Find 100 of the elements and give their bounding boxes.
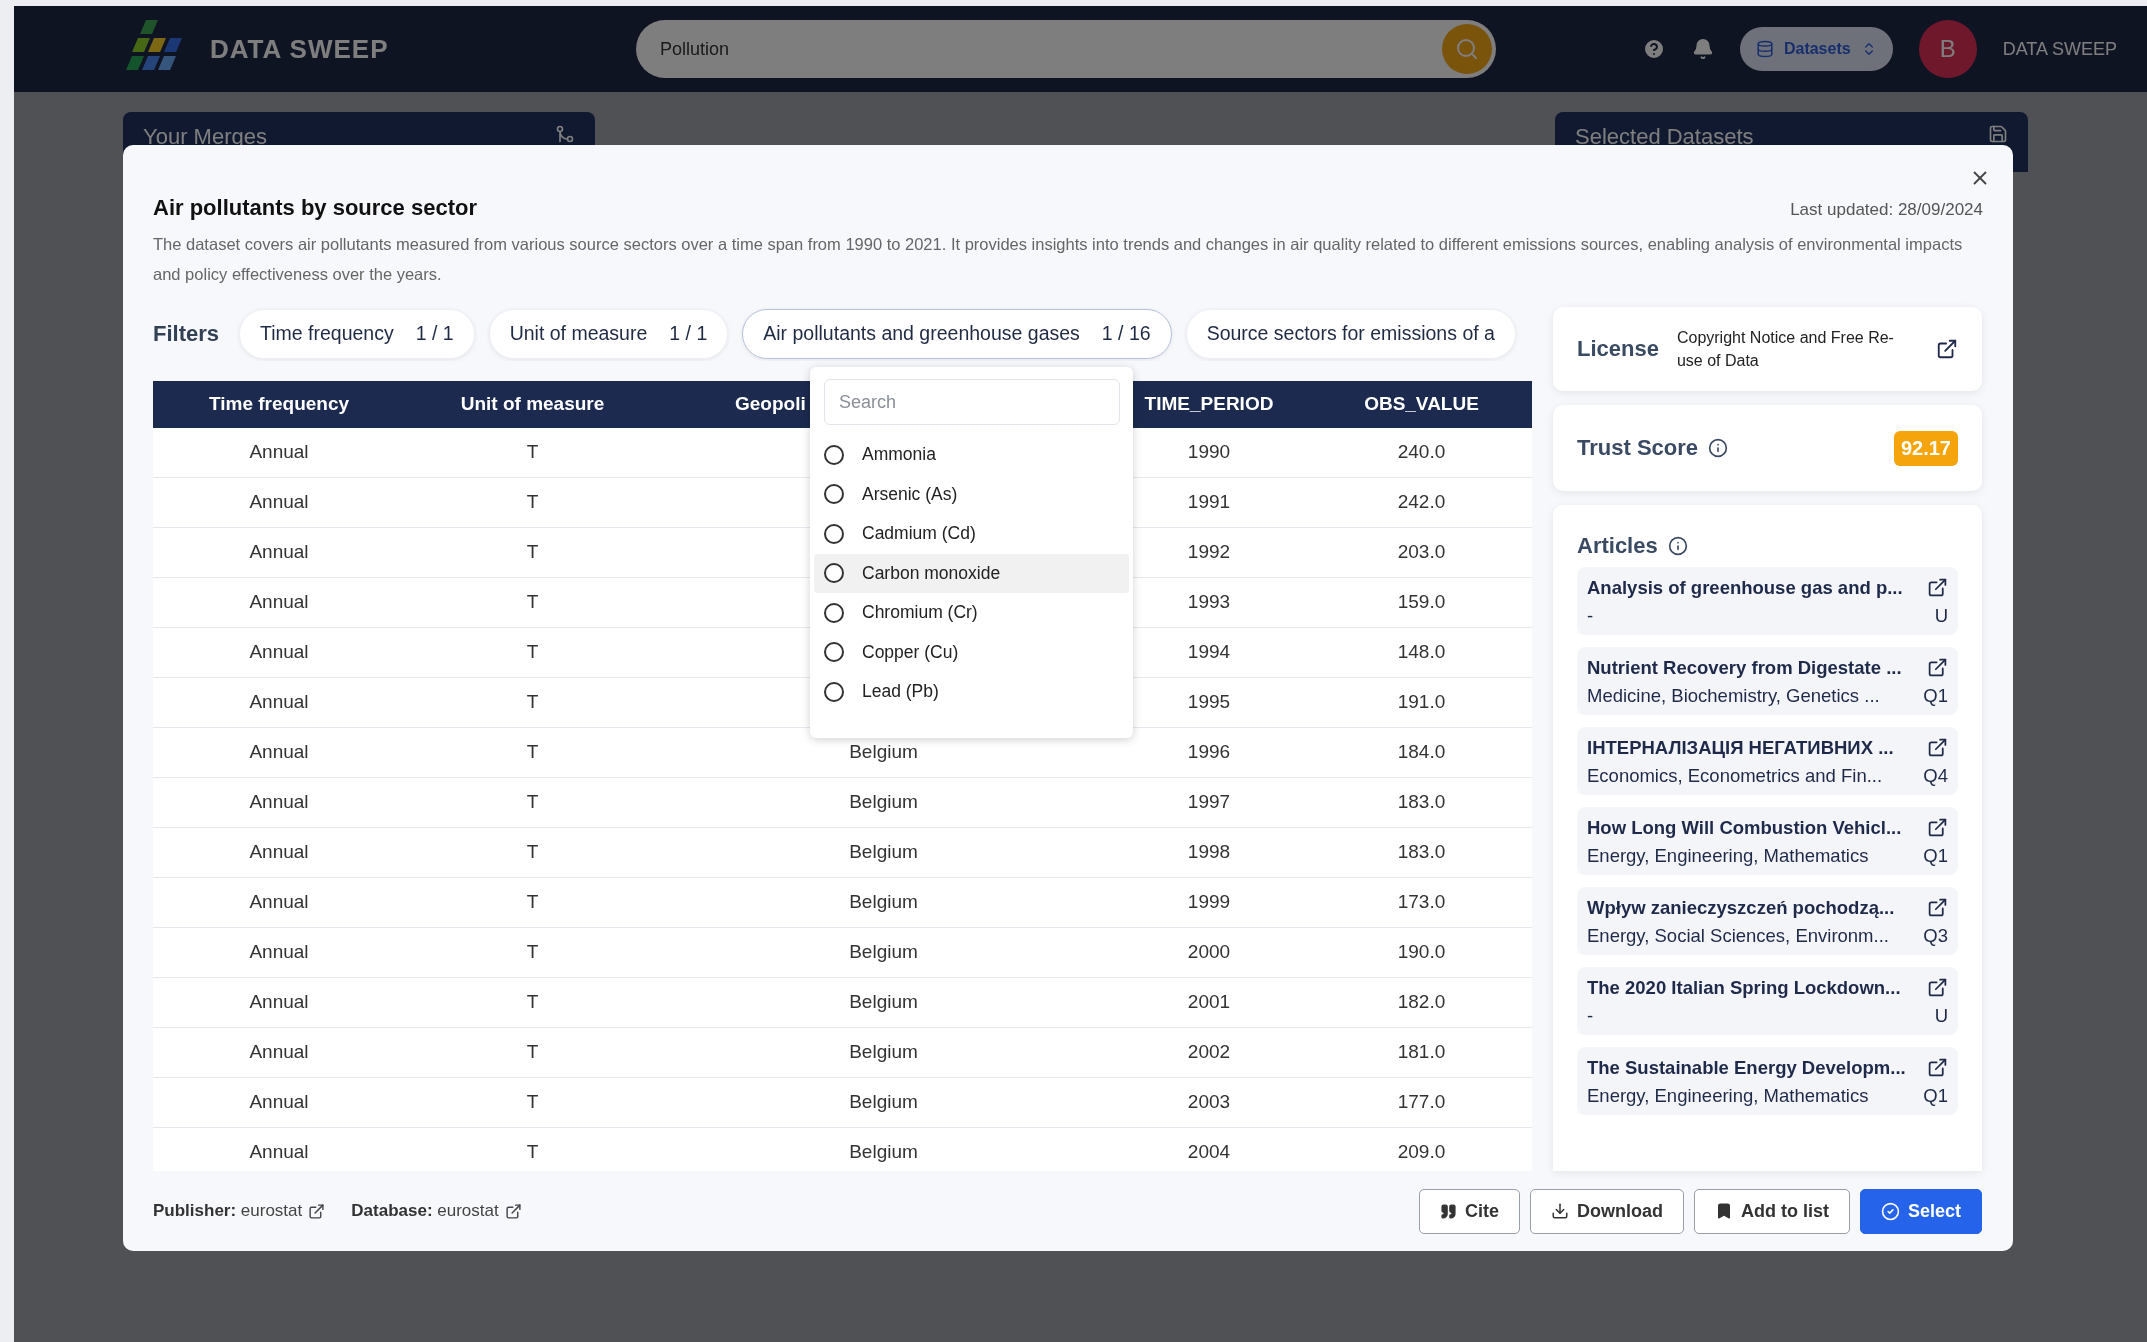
option-label: Ammonia <box>862 444 936 466</box>
table-cell-text: Annual <box>248 1091 310 1114</box>
search-button[interactable] <box>1442 24 1492 74</box>
bell-icon[interactable] <box>1691 38 1714 60</box>
article-subjects: Economics, Econometrics and Fin... <box>1587 765 1884 787</box>
filter-chip[interactable]: Source sectors for emissions of a <box>1185 308 1516 359</box>
action-button[interactable]: Select <box>1859 1188 1982 1234</box>
column-header: Time frequency <box>208 393 350 415</box>
table-cell-text: 1994 <box>1186 641 1232 664</box>
table-cell-text: Annual <box>248 691 310 714</box>
dropdown-option[interactable]: Ammonia <box>814 435 1129 475</box>
table-cell-text: 181.0 <box>1396 1041 1447 1064</box>
dropdown-option[interactable]: Chromium (Cr) <box>814 593 1129 633</box>
filter-chip[interactable]: Air pollutants and greenhouse gases 1 / 16 <box>742 308 1172 359</box>
action-button[interactable]: Download <box>1529 1188 1684 1234</box>
article-subjects: - <box>1587 1005 1595 1027</box>
table-cell-text: T <box>525 991 540 1014</box>
article-item[interactable]: The Sustainable Energy Developm... Energy, Engineering, Mathematics Q1 <box>1577 1047 1958 1115</box>
table-cell-text: 190.0 <box>1396 941 1447 964</box>
article-item[interactable]: Nutrient Recovery from Digestate ... Medicine, Biochemistry, Genetics ... Q1 <box>1577 647 1958 715</box>
external-link-icon[interactable] <box>1936 338 1958 360</box>
table-cell-text: 1998 <box>1186 841 1232 864</box>
search-icon <box>1455 37 1479 61</box>
dropdown-option[interactable]: Lead (Pb) <box>814 672 1129 712</box>
table-cell-text: 183.0 <box>1396 841 1447 864</box>
table-cell-text: 203.0 <box>1396 541 1447 564</box>
table-cell-text: 183.0 <box>1396 791 1447 814</box>
radio-button[interactable] <box>824 642 844 663</box>
option-label: Chromium (Cr) <box>862 602 978 624</box>
article-item[interactable]: How Long Will Combustion Vehicl... Energy, Engineering, Mathematics Q1 <box>1577 807 1958 875</box>
table-cell-text: T <box>525 1091 540 1114</box>
filter-chip[interactable]: Time frequency 1 / 1 <box>239 308 475 359</box>
table-cell-text: 1995 <box>1186 691 1232 714</box>
user-name: DATA SWEEP <box>2002 38 2117 60</box>
brand-name: DATA SWEEP <box>210 33 389 65</box>
external-link-icon[interactable] <box>1927 577 1948 599</box>
option-filter-input[interactable]: Search <box>824 379 1120 425</box>
table-cell-text: Annual <box>248 741 310 764</box>
info-icon[interactable] <box>1667 536 1688 556</box>
article-title: ІНТЕРНАЛІЗАЦІЯ НЕГАТИВНИХ ... <box>1587 737 1895 759</box>
table-cell-text: Belgium <box>848 991 919 1014</box>
table-cell-text: Annual <box>248 891 310 914</box>
radio-button[interactable] <box>824 484 844 505</box>
table-cell-text: Annual <box>248 491 310 514</box>
table-cell-text: 159.0 <box>1396 591 1447 614</box>
table-cell-text: Annual <box>248 791 310 814</box>
trust-score-label: Trust Score <box>1577 435 1699 461</box>
table-cell-text: T <box>525 741 540 764</box>
table-cell-text: 173.0 <box>1396 891 1447 914</box>
table-cell-text: Belgium <box>848 891 919 914</box>
article-subjects: - <box>1587 605 1595 627</box>
dropdown-option[interactable]: Carbon monoxide <box>814 553 1129 593</box>
license-label: License <box>1577 336 1659 362</box>
dropdown-option[interactable]: Copper (Cu) <box>814 632 1129 672</box>
table-cell-text: 1996 <box>1186 741 1232 764</box>
option-label: Cadmium (Cd) <box>862 523 976 545</box>
table-cell-text: Annual <box>248 441 310 464</box>
search-bar[interactable]: Pollution <box>636 20 1496 78</box>
article-item[interactable]: ІНТЕРНАЛІЗАЦІЯ НЕГАТИВНИХ ... Economics, Econometrics and Fin... Q4 <box>1577 727 1958 795</box>
option-label: Carbon monoxide <box>862 562 1001 584</box>
source-link[interactable]: Database: eurostat <box>351 1201 522 1221</box>
article-item[interactable]: Analysis of greenhouse gas and p... - U <box>1577 567 1958 635</box>
table-cell-text: T <box>525 541 540 564</box>
table-cell-text: Annual <box>248 591 310 614</box>
license-text: Copyright Notice and Free Re-use of Data <box>1676 328 1895 371</box>
dropdown-option[interactable]: Cadmium (Cd) <box>814 514 1129 554</box>
filter-chip[interactable]: Unit of measure 1 / 1 <box>488 308 729 359</box>
info-icon[interactable] <box>1708 438 1729 458</box>
external-link-icon[interactable] <box>1927 977 1948 999</box>
article-quartile: Q3 <box>1923 925 1948 947</box>
dropdown-option[interactable]: Arsenic (As) <box>814 474 1129 514</box>
article-subjects: Energy, Engineering, Mathematics <box>1587 845 1870 867</box>
action-button[interactable]: Add to list <box>1693 1188 1850 1234</box>
radio-button[interactable] <box>824 444 844 465</box>
article-item[interactable]: The 2020 Italian Spring Lockdown... - U <box>1577 967 1958 1035</box>
search-query: Pollution <box>660 38 730 60</box>
source-link[interactable]: Publisher: eurostat <box>153 1201 326 1221</box>
table-cell-text: Annual <box>248 1041 310 1064</box>
external-link-icon <box>308 1202 326 1220</box>
radio-button[interactable] <box>824 681 844 702</box>
table-cell-text: T <box>525 891 540 914</box>
article-item[interactable]: Wpływ zanieczyszczeń pochodzą... Energy, Social Sciences, Environm... Q3 <box>1577 887 1958 955</box>
table-cell-text: Belgium <box>848 1091 919 1114</box>
table-cell-text: Belgium <box>848 1041 919 1064</box>
column-header: Unit of measure <box>460 393 605 415</box>
download-icon <box>1550 1202 1569 1220</box>
table-cell-text: T <box>525 791 540 814</box>
radio-button[interactable] <box>824 563 844 584</box>
table-cell-text: 2003 <box>1186 1091 1232 1114</box>
table-cell-text: T <box>525 641 540 664</box>
last-updated: Last updated: 28/09/2024 <box>1790 200 1983 220</box>
table-cell-text: T <box>525 841 540 864</box>
table-cell-text: T <box>525 941 540 964</box>
radio-button[interactable] <box>824 523 844 544</box>
radio-button[interactable] <box>824 602 844 623</box>
article-quartile: Q1 <box>1923 685 1948 707</box>
column-header: TIME_PERIOD <box>1144 393 1274 415</box>
article-quartile: U <box>1933 1005 1948 1027</box>
article-quartile: Q1 <box>1923 1085 1948 1107</box>
action-button[interactable]: Cite <box>1418 1188 1520 1234</box>
